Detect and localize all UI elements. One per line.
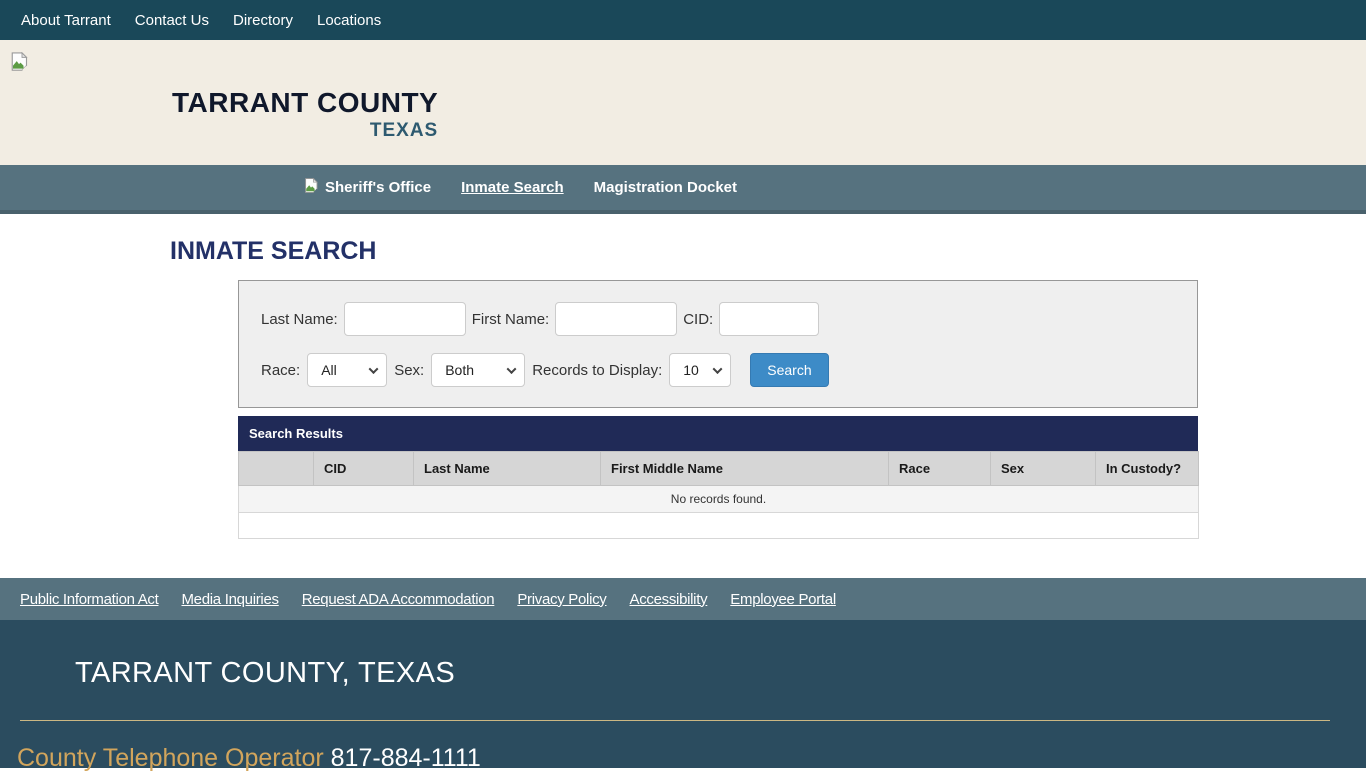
pager-cell	[239, 513, 1199, 539]
race-selected-value: All	[321, 362, 337, 378]
nav-sheriffs-office[interactable]: Sheriff's Office	[303, 178, 431, 197]
no-records-message: No records found.	[239, 486, 1199, 513]
masthead: TARRANT COUNTY TEXAS	[0, 40, 1366, 165]
search-button[interactable]: Search	[750, 353, 828, 387]
race-label: Race:	[261, 362, 300, 379]
footer: TARRANT COUNTY, TEXAS County Telephone O…	[0, 620, 1366, 768]
column-header-last-name: Last Name	[414, 452, 601, 486]
search-results-section: Search Results CID Last Name First Middl…	[238, 416, 1198, 539]
column-header-race: Race	[889, 452, 991, 486]
page-title: INMATE SEARCH	[170, 214, 1366, 266]
top-nav-contact-us[interactable]: Contact Us	[135, 12, 209, 29]
records-to-display-select[interactable]: 10	[669, 353, 731, 387]
top-nav-about-tarrant[interactable]: About Tarrant	[21, 12, 111, 29]
site-title-county: TARRANT COUNTY	[172, 89, 438, 117]
search-results-table: CID Last Name First Middle Name Race Sex…	[238, 451, 1199, 539]
column-header-in-custody: In Custody?	[1096, 452, 1199, 486]
broken-image-icon[interactable]	[10, 52, 28, 76]
section-nav: Sheriff's Office Inmate Search Magistrat…	[0, 165, 1366, 214]
first-name-label: First Name:	[472, 311, 550, 328]
nav-inmate-search[interactable]: Inmate Search	[461, 179, 564, 196]
column-header-sex: Sex	[991, 452, 1096, 486]
records-selected-value: 10	[683, 362, 699, 378]
race-select[interactable]: All	[307, 353, 387, 387]
top-nav-directory[interactable]: Directory	[233, 12, 293, 29]
chevron-down-icon	[713, 364, 723, 374]
footer-title: TARRANT COUNTY, TEXAS	[0, 620, 1366, 690]
last-name-input[interactable]	[344, 302, 466, 336]
column-header-blank	[239, 452, 314, 486]
nav-magistration-docket[interactable]: Magistration Docket	[594, 179, 737, 196]
search-form-row-names: Last Name: First Name: CID:	[261, 302, 1197, 336]
site-title-texas: TEXAS	[172, 121, 438, 140]
footer-link-accessibility[interactable]: Accessibility	[630, 591, 708, 608]
footer-link-public-information-act[interactable]: Public Information Act	[20, 591, 158, 608]
search-form-panel: Last Name: First Name: CID: Race: All Se…	[238, 280, 1198, 408]
search-results-header: Search Results	[238, 416, 1198, 451]
table-row: No records found.	[239, 486, 1199, 513]
records-to-display-label: Records to Display:	[532, 362, 662, 379]
broken-image-icon	[303, 178, 319, 197]
footer-link-employee-portal[interactable]: Employee Portal	[730, 591, 836, 608]
footer-link-media-inquiries[interactable]: Media Inquiries	[181, 591, 278, 608]
top-nav-locations[interactable]: Locations	[317, 12, 381, 29]
chevron-down-icon	[369, 364, 379, 374]
footer-links-bar: Public Information Act Media Inquiries R…	[0, 578, 1366, 620]
footer-divider	[20, 720, 1330, 721]
footer-phone-line: County Telephone Operator 817-884-1111	[17, 744, 1366, 773]
footer-link-privacy-policy[interactable]: Privacy Policy	[517, 591, 606, 608]
top-utility-nav: About Tarrant Contact Us Directory Locat…	[0, 0, 1366, 40]
site-title: TARRANT COUNTY TEXAS	[172, 89, 438, 140]
column-header-cid: CID	[314, 452, 414, 486]
table-header-row: CID Last Name First Middle Name Race Sex…	[239, 452, 1199, 486]
first-name-input[interactable]	[555, 302, 677, 336]
sex-selected-value: Both	[445, 362, 474, 378]
cid-input[interactable]	[719, 302, 819, 336]
sex-label: Sex:	[394, 362, 424, 379]
column-header-first-middle-name: First Middle Name	[601, 452, 889, 486]
cid-label: CID:	[683, 311, 713, 328]
main-content: INMATE SEARCH Last Name: First Name: CID…	[0, 214, 1366, 578]
sex-select[interactable]: Both	[431, 353, 525, 387]
table-pager-row	[239, 513, 1199, 539]
search-form-row-filters: Race: All Sex: Both Records to Display: …	[261, 353, 1197, 387]
nav-sheriffs-office-label: Sheriff's Office	[325, 179, 431, 196]
footer-link-request-ada-accommodation[interactable]: Request ADA Accommodation	[302, 591, 495, 608]
chevron-down-icon	[507, 364, 517, 374]
last-name-label: Last Name:	[261, 311, 338, 328]
